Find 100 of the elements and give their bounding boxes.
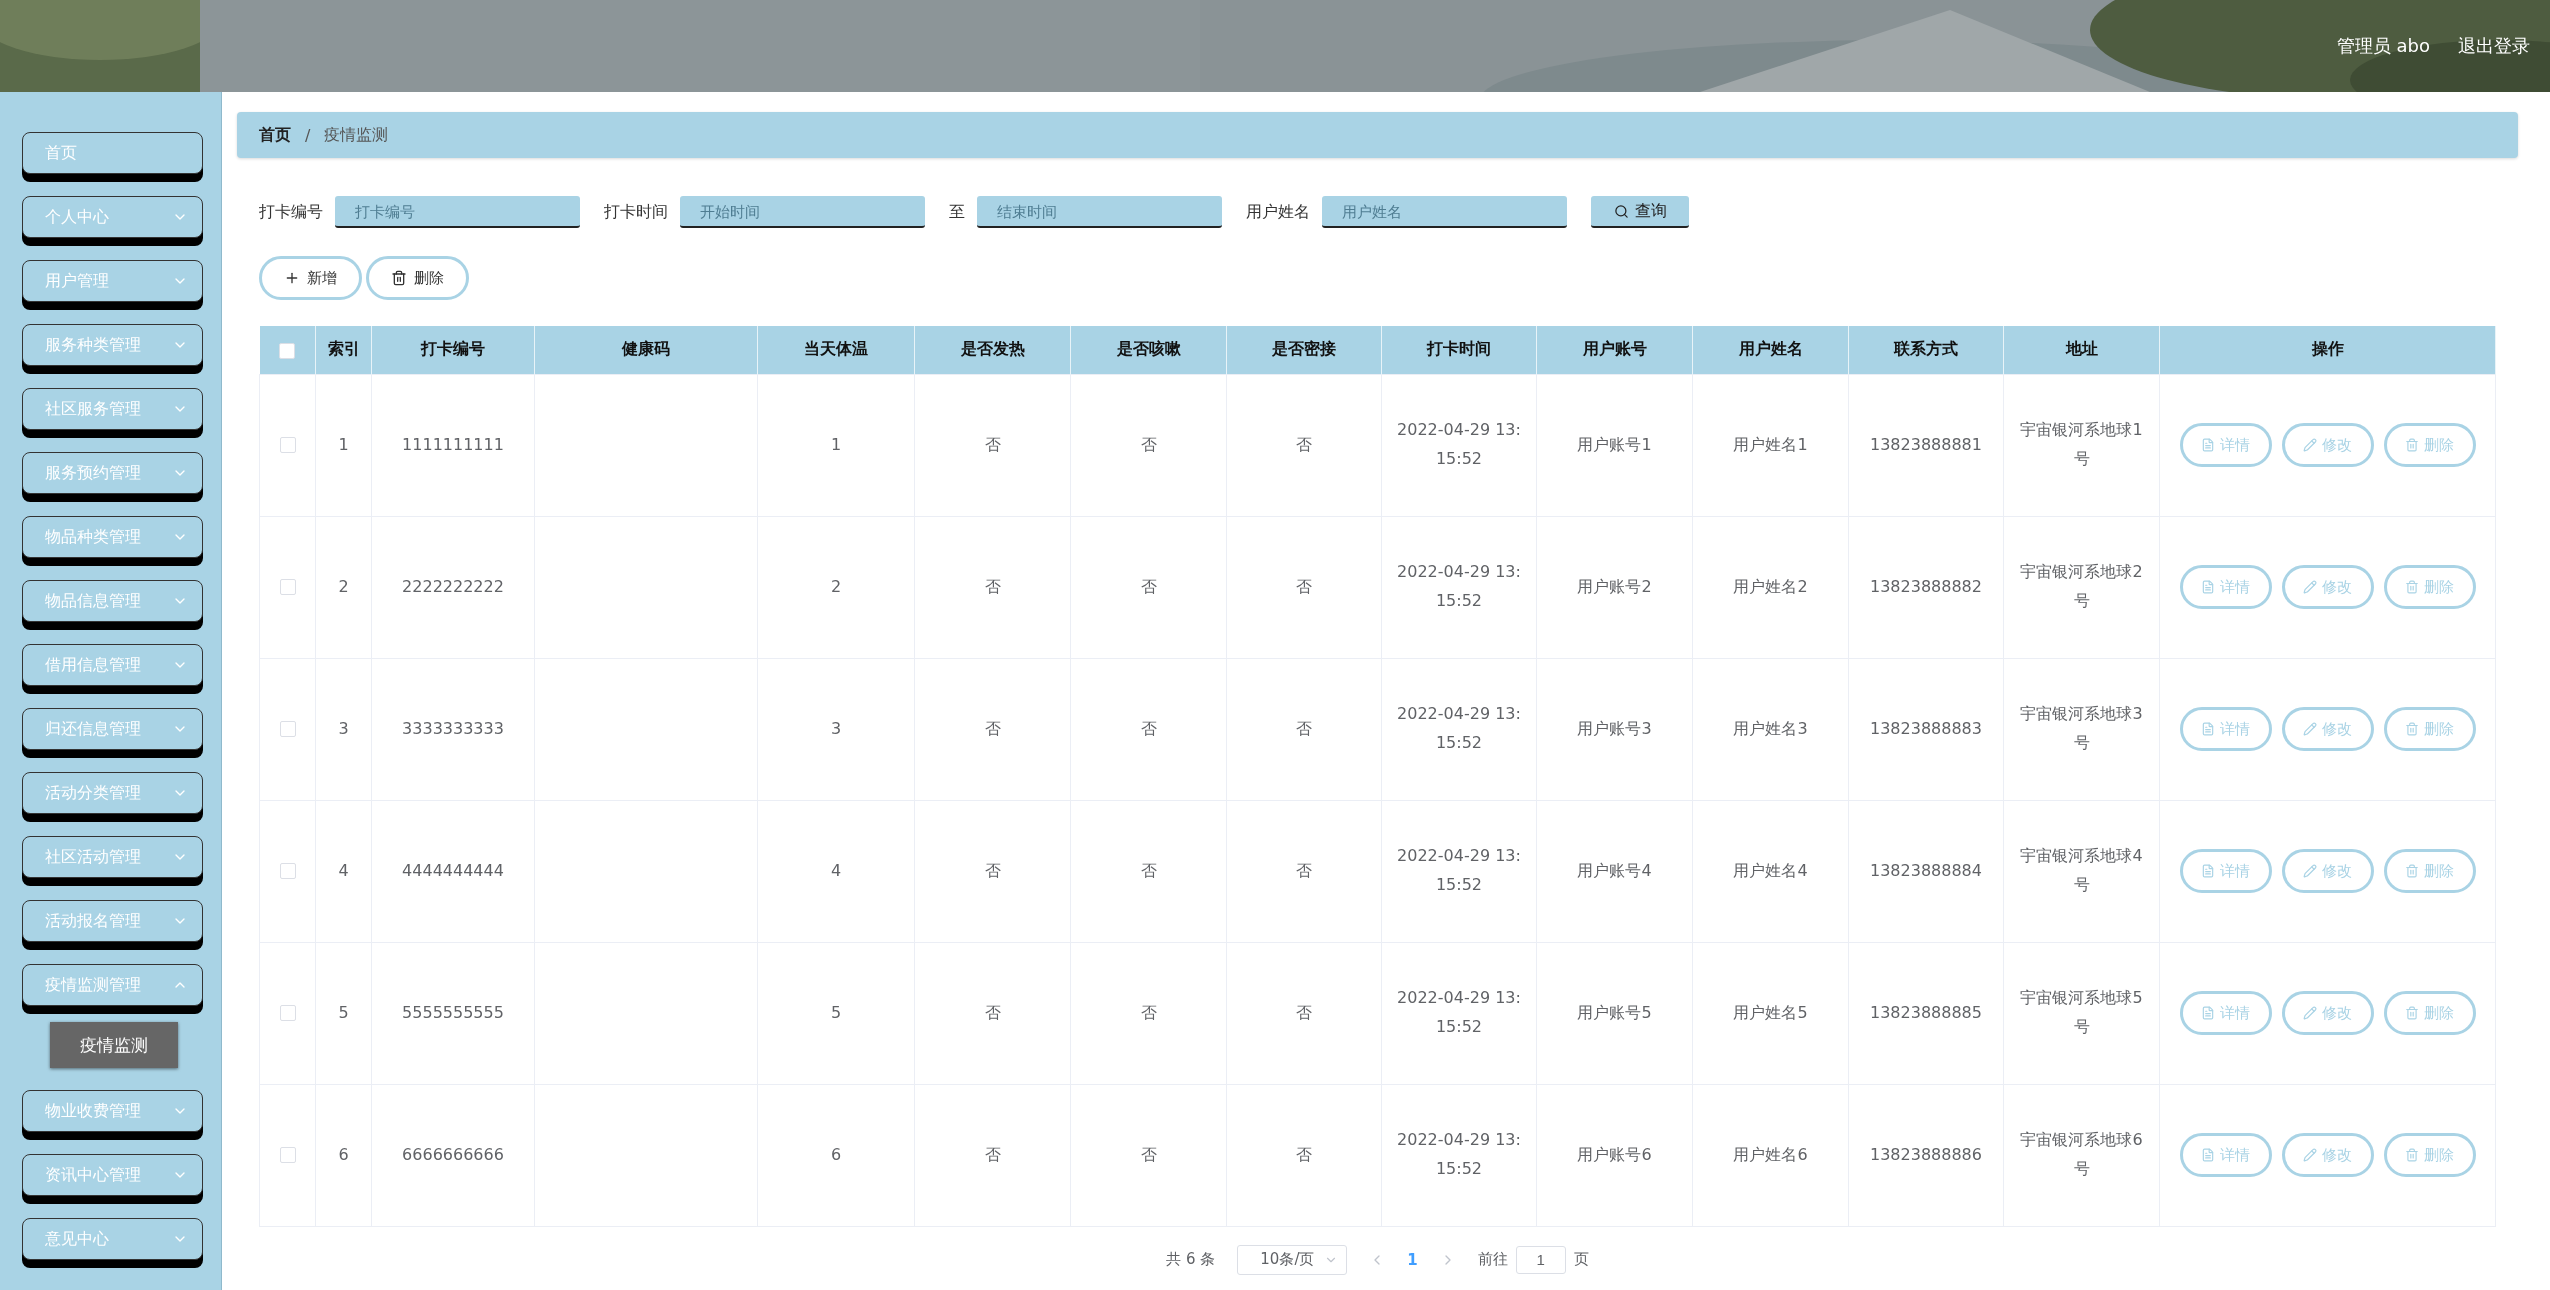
document-icon <box>2201 580 2215 594</box>
row-checkbox[interactable] <box>279 437 296 454</box>
page-jump-field[interactable]: 1 <box>1515 1245 1566 1274</box>
search-button[interactable]: 查询 <box>1591 196 1689 228</box>
table-cell: 2022-04-29 13:15:52 <box>1381 800 1537 942</box>
edit-button[interactable]: 修改 <box>2281 1133 2374 1177</box>
table-cell: 13823888884 <box>1848 800 2004 942</box>
edit-button[interactable]: 修改 <box>2281 991 2374 1035</box>
select-all-checkbox[interactable] <box>279 342 296 359</box>
trash-icon <box>2405 722 2419 736</box>
column-header: 是否咳嗽 <box>1070 326 1227 374</box>
table-cell: 否 <box>1226 942 1382 1084</box>
table-cell: 宇宙银河系地球1号 <box>2003 374 2160 516</box>
table-cell: 1111111111 <box>371 374 535 516</box>
table-cell: 6 <box>315 1084 372 1226</box>
sidebar-submenu-item[interactable]: 疫情监测 <box>50 1022 178 1068</box>
table-cell: 否 <box>914 516 1071 658</box>
table-cell: 否 <box>1070 942 1227 1084</box>
search-field[interactable]: 用户姓名 <box>1322 196 1567 228</box>
edit-button[interactable]: 修改 <box>2281 707 2374 751</box>
table-cell: 否 <box>914 658 1071 800</box>
table-cell: 6666666666 <box>371 1084 535 1226</box>
table-cell: 否 <box>1226 374 1382 516</box>
row-checkbox[interactable] <box>279 1147 296 1164</box>
add-button[interactable]: 新增 <box>259 256 362 300</box>
table-cell: 6 <box>757 1084 915 1226</box>
column-header: 是否发热 <box>914 326 1071 374</box>
trash-icon <box>2405 1006 2419 1020</box>
search-field[interactable]: 开始时间 <box>680 196 925 228</box>
table-cell: 2022-04-29 13:15:52 <box>1381 516 1537 658</box>
page-size-select[interactable]: 10条/页 <box>1237 1244 1348 1275</box>
delete-button[interactable]: 删除 <box>2383 849 2476 893</box>
delete-button[interactable]: 删除 <box>2383 1133 2476 1177</box>
table-cell: 否 <box>1070 658 1227 800</box>
table-cell: 否 <box>1226 1084 1382 1226</box>
delete-button[interactable]: 删除 <box>2383 991 2476 1035</box>
search-label: 打卡编号 <box>259 201 323 223</box>
detail-button[interactable]: 详情 <box>2179 991 2272 1035</box>
table-cell: 13823888886 <box>1848 1084 2004 1226</box>
detail-button[interactable]: 详情 <box>2179 423 2272 467</box>
table-cell: 用户账号5 <box>1536 942 1693 1084</box>
table-cell: 1 <box>757 374 915 516</box>
table-cell: 2 <box>757 516 915 658</box>
row-checkbox[interactable] <box>279 721 296 738</box>
table-cell: 用户账号3 <box>1536 658 1693 800</box>
edit-button[interactable]: 修改 <box>2281 849 2374 893</box>
table-cell: 宇宙银河系地球5号 <box>2003 942 2160 1084</box>
table-cell: 13823888885 <box>1848 942 2004 1084</box>
delete-button[interactable]: 删除 <box>2383 707 2476 751</box>
edit-button[interactable]: 修改 <box>2281 423 2374 467</box>
table-cell: 4 <box>757 800 915 942</box>
detail-button[interactable]: 详情 <box>2179 849 2272 893</box>
table-cell: 13823888881 <box>1848 374 2004 516</box>
plus-icon <box>284 270 300 286</box>
logout-link[interactable]: 退出登录 <box>2458 34 2530 58</box>
table-cell: 否 <box>1226 800 1382 942</box>
document-icon <box>2201 438 2215 452</box>
breadcrumb-item[interactable]: 首页 <box>259 124 291 146</box>
detail-button[interactable]: 详情 <box>2179 565 2272 609</box>
search-field[interactable]: 打卡编号 <box>335 196 580 228</box>
table-cell: 宇宙银河系地球4号 <box>2003 800 2160 942</box>
search-field[interactable]: 结束时间 <box>977 196 1222 228</box>
column-header: 地址 <box>2003 326 2160 374</box>
page-suffix: 页 <box>1573 1250 1589 1269</box>
table-cell: 用户姓名4 <box>1692 800 1849 942</box>
page-number[interactable]: 1 <box>1407 1250 1418 1269</box>
table-cell: 否 <box>1070 516 1227 658</box>
detail-button[interactable]: 详情 <box>2179 707 2272 751</box>
table-cell: 1 <box>315 374 372 516</box>
delete-button[interactable]: 删除 <box>2383 423 2476 467</box>
table-cell: 2022-04-29 13:15:52 <box>1381 942 1537 1084</box>
column-header: 索引 <box>315 326 372 374</box>
document-icon <box>2201 1006 2215 1020</box>
delete-button[interactable]: 删除 <box>366 256 469 300</box>
row-checkbox[interactable] <box>279 1005 296 1022</box>
breadcrumb-separator: / <box>305 125 311 145</box>
search-icon <box>1613 203 1629 219</box>
search-label: 至 <box>949 201 965 223</box>
document-icon <box>2201 1148 2215 1162</box>
row-checkbox[interactable] <box>279 579 296 596</box>
row-checkbox[interactable] <box>279 863 296 880</box>
search-label: 打卡时间 <box>604 201 668 223</box>
table-cell: 4 <box>315 800 372 942</box>
detail-button[interactable]: 详情 <box>2179 1133 2272 1177</box>
table-cell: 用户账号2 <box>1536 516 1693 658</box>
pencil-icon <box>2303 1006 2317 1020</box>
column-header: 打卡时间 <box>1381 326 1537 374</box>
table-cell: 用户账号6 <box>1536 1084 1693 1226</box>
column-header: 用户账号 <box>1536 326 1693 374</box>
table-cell: 用户姓名2 <box>1692 516 1849 658</box>
edit-button[interactable]: 修改 <box>2281 565 2374 609</box>
table-cell: 3333333333 <box>371 658 535 800</box>
table-cell: 否 <box>914 942 1071 1084</box>
table-cell: 5 <box>757 942 915 1084</box>
table-cell: 用户姓名5 <box>1692 942 1849 1084</box>
table-cell: 用户账号4 <box>1536 800 1693 942</box>
delete-button[interactable]: 删除 <box>2383 565 2476 609</box>
column-header: 当天体温 <box>757 326 915 374</box>
column-header: 操作 <box>2159 326 2496 374</box>
table-cell: 用户姓名1 <box>1692 374 1849 516</box>
